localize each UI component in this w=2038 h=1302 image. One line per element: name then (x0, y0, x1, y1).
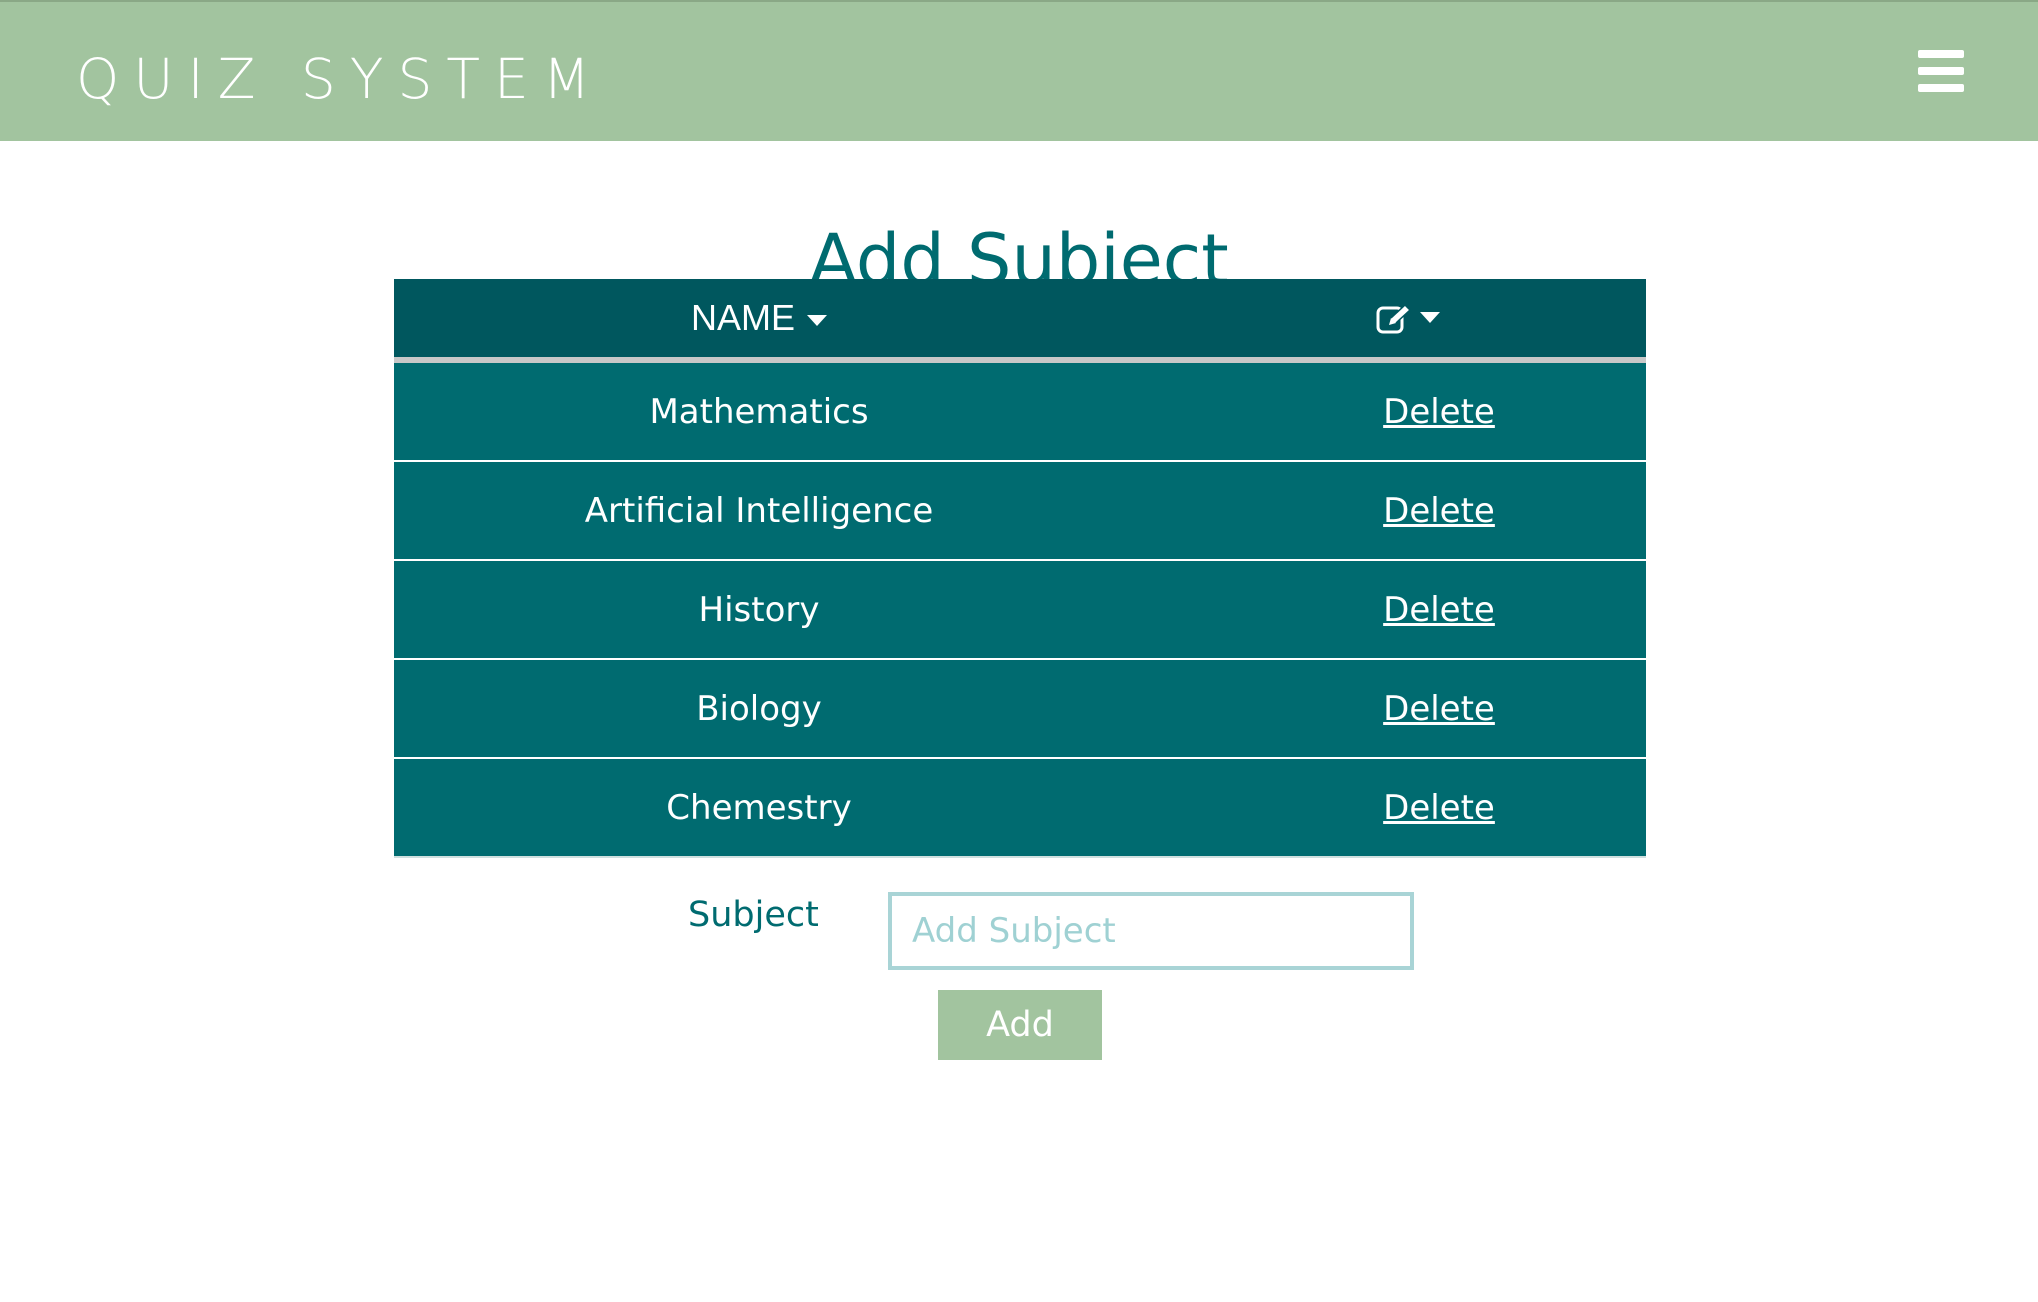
add-button[interactable]: Add (938, 990, 1102, 1060)
sort-caret-icon (807, 314, 827, 326)
edit-icon (1376, 303, 1412, 334)
brand-title[interactable]: QUIZ SYSTEM (76, 42, 604, 116)
subject-name: History (698, 589, 820, 630)
subject-name: Biology (696, 688, 822, 729)
hamburger-menu-icon[interactable] (1918, 50, 1964, 92)
subject-input[interactable] (888, 892, 1414, 970)
delete-cell: Delete (1354, 561, 1524, 658)
hamburger-bar (1918, 50, 1964, 58)
table-header: NAME (394, 279, 1646, 363)
name-column-label: NAME (690, 297, 795, 338)
delete-link[interactable]: Delete (1383, 491, 1495, 531)
delete-link[interactable]: Delete (1383, 392, 1495, 432)
delete-cell: Delete (1354, 660, 1524, 757)
subjects-table: NAME Mathematics Delete Artificial Intel… (394, 279, 1646, 858)
delete-link[interactable]: Delete (1383, 689, 1495, 729)
table-row: Mathematics Delete (394, 363, 1646, 462)
table-row: Chemestry Delete (394, 759, 1646, 858)
edit-dropdown-caret-icon (1420, 311, 1440, 323)
table-row: Biology Delete (394, 660, 1646, 759)
subject-name: Artificial Intelligence (584, 490, 934, 531)
subject-name: Mathematics (649, 391, 869, 432)
edit-column-header[interactable] (1376, 303, 1440, 335)
delete-cell: Delete (1354, 363, 1524, 460)
subject-label: Subject (688, 895, 819, 935)
top-navbar: QUIZ SYSTEM (0, 0, 2038, 141)
delete-cell: Delete (1354, 462, 1524, 559)
table-row: History Delete (394, 561, 1646, 660)
hamburger-bar (1918, 84, 1964, 92)
subject-name: Chemestry (666, 787, 852, 828)
hamburger-bar (1918, 67, 1964, 75)
delete-cell: Delete (1354, 759, 1524, 856)
name-column-header[interactable]: NAME (394, 279, 1124, 357)
delete-link[interactable]: Delete (1383, 788, 1495, 828)
table-row: Artificial Intelligence Delete (394, 462, 1646, 561)
delete-link[interactable]: Delete (1383, 590, 1495, 630)
